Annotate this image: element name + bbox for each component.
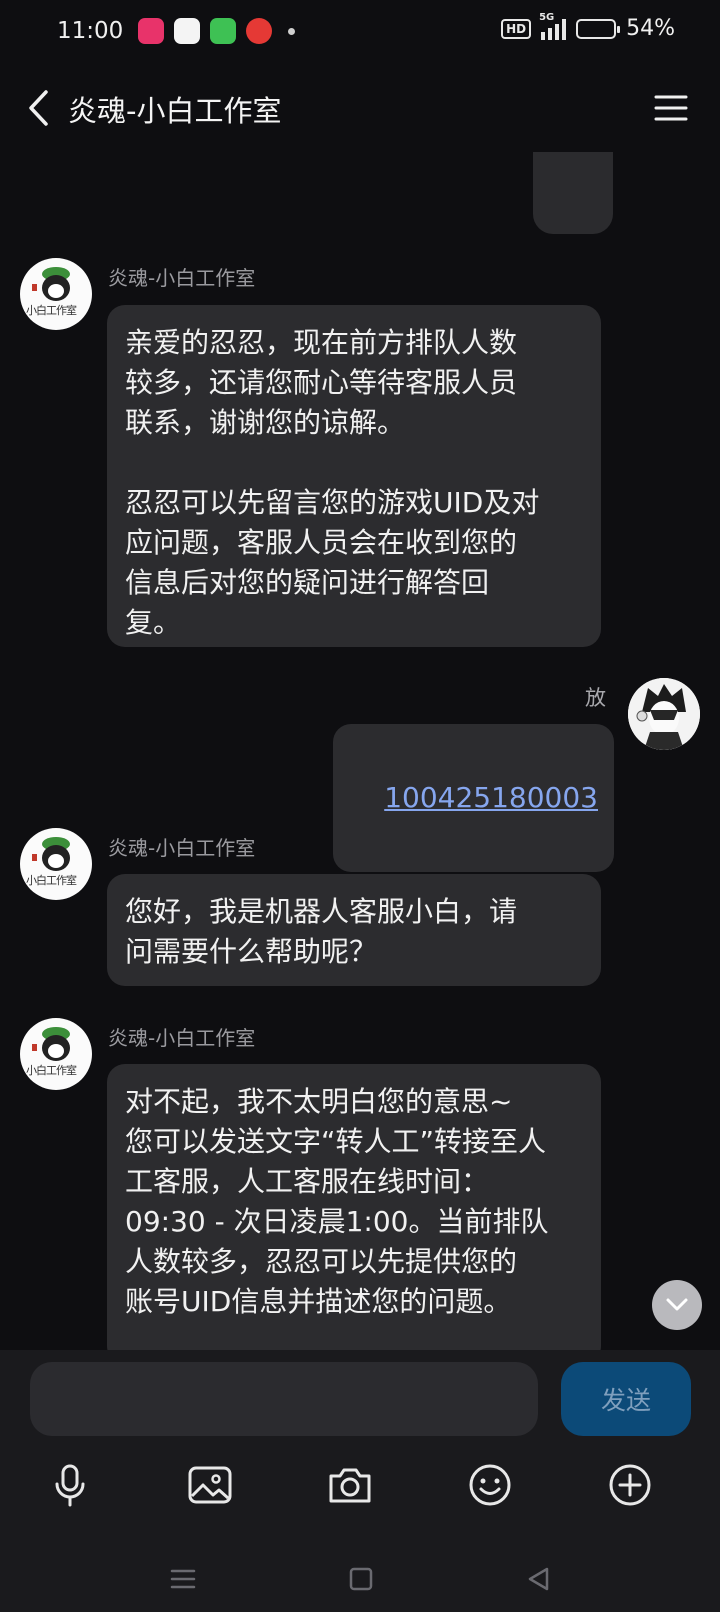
app-notification-icon	[174, 18, 200, 44]
system-nav-bar	[0, 1550, 720, 1612]
plus-icon[interactable]	[605, 1460, 655, 1510]
sender-name: 炎魂-小白工作室	[108, 836, 256, 860]
message-list[interactable]: 小白工作室 炎魂-小白工作室 亲爱的忍忍，现在前方排队人数 较多，还请您耐心等待…	[0, 152, 720, 1350]
sender-name: 炎魂-小白工作室	[108, 1026, 256, 1050]
my-avatar[interactable]	[628, 678, 700, 750]
notification-icons	[138, 18, 295, 44]
scroll-to-bottom-button[interactable]	[652, 1280, 702, 1330]
microphone-icon[interactable]	[45, 1460, 95, 1510]
app-notification-icon	[138, 18, 164, 44]
send-button[interactable]: 发送	[561, 1362, 691, 1436]
message-notification-icon	[210, 18, 236, 44]
mascot-logo-icon	[32, 1027, 70, 1061]
agent-avatar[interactable]: 小白工作室	[20, 1018, 92, 1090]
back-arrow-icon[interactable]	[22, 88, 58, 128]
anime-avatar-icon	[628, 678, 700, 750]
status-time: 11:00	[57, 18, 124, 44]
music-notification-icon	[246, 18, 272, 44]
agent-avatar[interactable]: 小白工作室	[20, 828, 92, 900]
message-bubble[interactable]: 对不起，我不太明白您的意思~ 您可以发送文字“转人工”转接至人 工客服，人工客服…	[107, 1064, 601, 1350]
chat-header: 炎魂-小白工作室	[0, 64, 720, 152]
chat-title: 炎魂-小白工作室	[68, 94, 282, 128]
message-bubble-mine[interactable]: 100425180003	[332, 724, 614, 872]
message-input[interactable]	[30, 1362, 538, 1436]
input-toolbar	[0, 1460, 720, 1520]
input-bar: 发送	[0, 1350, 720, 1612]
battery-icon	[576, 18, 621, 39]
more-notifications-dot	[288, 27, 295, 35]
message-bubble[interactable]: 亲爱的忍忍，现在前方排队人数 较多，还请您耐心等待客服人员 联系，谢谢您的谅解。…	[107, 305, 601, 647]
mascot-logo-icon	[32, 267, 70, 301]
status-bar: 11:00 HD 5G 54%	[0, 0, 720, 64]
home-icon[interactable]	[346, 1564, 376, 1594]
back-nav-icon[interactable]	[524, 1564, 554, 1594]
menu-icon[interactable]	[654, 94, 688, 122]
sender-name: 炎魂-小白工作室	[108, 266, 256, 290]
previous-message-bubble	[533, 152, 613, 234]
battery-percent: 54%	[626, 16, 675, 41]
image-icon[interactable]	[185, 1460, 235, 1510]
mascot-logo-icon	[32, 837, 70, 871]
recent-apps-icon[interactable]	[168, 1564, 198, 1594]
emoji-icon[interactable]	[465, 1460, 515, 1510]
signal-icon: 5G	[539, 12, 567, 40]
camera-icon[interactable]	[325, 1460, 375, 1510]
my-name: 放	[585, 686, 606, 710]
message-bubble[interactable]: 您好，我是机器人客服小白，请 问需要什么帮助呢？	[107, 874, 601, 986]
hd-icon: HD	[501, 18, 532, 39]
agent-avatar[interactable]: 小白工作室	[20, 258, 92, 330]
uid-link[interactable]: 100425180003	[384, 781, 598, 814]
chevron-down-icon	[666, 1298, 688, 1311]
